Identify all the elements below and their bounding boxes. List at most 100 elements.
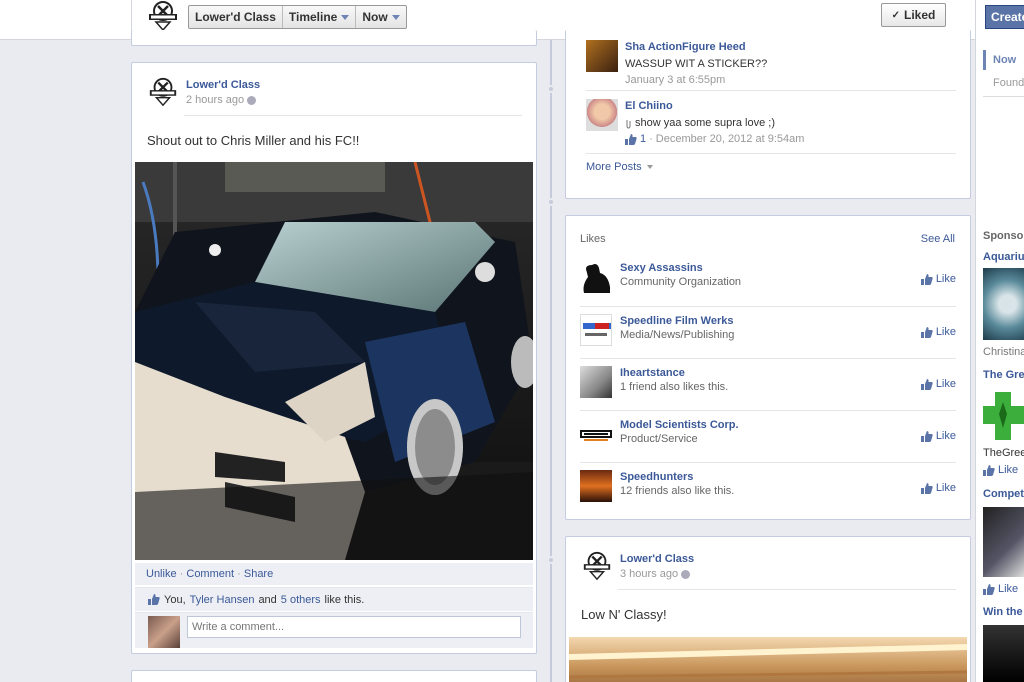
venue-photo-image <box>569 644 967 679</box>
silhouette-icon <box>583 264 610 293</box>
ad-title[interactable]: Win the <box>983 606 1023 618</box>
check-icon: ✓ <box>891 9 901 21</box>
ad-title[interactable]: The Gre <box>983 369 1024 381</box>
comment-input[interactable]: Write a comment... <box>187 616 521 638</box>
crumb-now-dropdown[interactable]: Now <box>356 6 405 28</box>
ad-image[interactable] <box>983 625 1024 682</box>
timeline-dot <box>547 85 555 93</box>
page-avatar-icon[interactable] <box>581 550 613 582</box>
page-thumbnail[interactable] <box>580 314 612 346</box>
ad-title[interactable]: Compet <box>983 488 1024 500</box>
thumbs-up-icon <box>920 378 933 390</box>
lowerd-class-logo-icon[interactable] <box>146 0 180 32</box>
poster-avatar[interactable] <box>586 40 618 72</box>
like-page-category: Media/News/Publishing <box>620 329 735 341</box>
create-page-button[interactable]: Create <box>985 5 1024 29</box>
timestamp-text: 3 hours ago <box>620 568 679 580</box>
post-timestamp[interactable]: December 20, 2012 at 9:54am <box>656 133 805 145</box>
like-button[interactable]: Like <box>920 326 956 338</box>
like-button[interactable]: Like <box>920 430 956 442</box>
liker-link[interactable]: Tyler Hansen <box>190 594 255 606</box>
right-sidebar <box>975 0 1024 682</box>
like-label: Like <box>935 273 956 285</box>
ad-like-button[interactable]: Like <box>983 583 1018 595</box>
comment-link[interactable]: Comment <box>186 568 234 580</box>
unlike-link[interactable]: Unlike <box>146 568 177 580</box>
timestamp-text: 2 hours ago <box>186 94 245 106</box>
post-author[interactable]: El Chiino <box>625 100 673 112</box>
like-page-name[interactable]: Speedhunters <box>620 471 693 483</box>
ad-title[interactable]: Aquariu <box>983 251 1024 263</box>
separator: · <box>237 568 241 580</box>
attachment-icon <box>626 119 631 129</box>
like-item: Iheartstance 1 friend also likes this. L… <box>580 358 956 410</box>
more-posts-link[interactable]: More Posts <box>586 161 653 173</box>
previous-post-card <box>131 30 537 46</box>
like-count[interactable]: 1 <box>640 133 646 145</box>
post-text: show yaa some supra love ;) <box>635 117 776 129</box>
like-page-category: Product/Service <box>620 433 698 445</box>
like-item: Speedhunters 12 friends also like this. … <box>580 462 956 514</box>
like-button[interactable]: Like <box>920 378 956 390</box>
ad-image[interactable] <box>983 388 1024 444</box>
likes-and: and <box>258 593 277 606</box>
model-scientists-logo-icon <box>580 430 612 441</box>
like-button[interactable]: Like <box>920 273 956 285</box>
others-link[interactable]: 5 others <box>281 594 321 606</box>
crumb-timeline-dropdown[interactable]: Timeline <box>283 6 357 28</box>
like-item: Sexy Assassins Community Organization Li… <box>580 254 956 306</box>
page-thumbnail[interactable] <box>580 261 612 293</box>
post-timestamp[interactable]: 2 hours ago <box>186 94 257 106</box>
likes-suffix: like this. <box>324 593 365 606</box>
timeline-spine <box>550 40 552 682</box>
page-thumbnail[interactable] <box>580 418 612 450</box>
liked-button[interactable]: ✓ Liked <box>881 3 946 27</box>
like-label: Like <box>935 326 956 338</box>
thumbs-up-icon <box>983 464 995 476</box>
page-avatar-icon[interactable] <box>147 76 179 108</box>
crumb-page-name[interactable]: Lower'd Class <box>189 6 283 28</box>
like-page-name[interactable]: Iheartstance <box>620 367 685 379</box>
separator: · <box>649 133 653 145</box>
page-thumbnail[interactable] <box>580 470 612 502</box>
chevron-down-icon <box>391 14 400 20</box>
next-post-card <box>131 670 537 682</box>
like-button[interactable]: Like <box>920 482 956 494</box>
ad-like-button[interactable]: Like <box>983 464 1018 476</box>
globe-icon <box>681 569 691 579</box>
timeline-nav-breadcrumbs: Lower'd Class Timeline Now <box>188 5 407 29</box>
like-page-name[interactable]: Model Scientists Corp. <box>620 419 739 431</box>
like-page-name[interactable]: Sexy Assassins <box>620 262 703 274</box>
like-page-category: Community Organization <box>620 276 742 288</box>
post-author[interactable]: Sha ActionFigure Heed <box>625 41 746 53</box>
speedline-logo-icon <box>583 323 611 336</box>
thumbs-up-icon <box>148 594 160 605</box>
share-link[interactable]: Share <box>244 568 273 580</box>
likes-title: Likes <box>580 233 606 245</box>
post-photo[interactable] <box>569 637 967 682</box>
ad-image[interactable] <box>983 507 1024 577</box>
scrubber-now[interactable]: Now <box>993 54 1016 66</box>
post-likes-summary: You, Tyler Hansen and 5 others like this… <box>135 587 533 611</box>
like-page-name[interactable]: Speedline Film Werks <box>620 315 734 327</box>
header-divider <box>618 589 956 590</box>
like-label: Like <box>998 583 1019 595</box>
crumb-label: Timeline <box>288 10 338 24</box>
ad-image[interactable] <box>983 268 1024 340</box>
poster-avatar[interactable] <box>586 99 618 131</box>
post-author[interactable]: Lower'd Class <box>620 553 694 565</box>
post-timestamp[interactable]: January 3 at 6:55pm <box>625 74 725 86</box>
post-card: Lower'd Class 3 hours ago Low N' Classy! <box>565 536 971 682</box>
post-author[interactable]: Lower'd Class <box>186 79 260 91</box>
like-label: Like <box>935 482 956 494</box>
see-all-link[interactable]: See All <box>921 233 955 245</box>
timeline-dot <box>547 198 555 206</box>
post-timestamp[interactable]: 3 hours ago <box>620 568 691 580</box>
scrubber-founded[interactable]: Found <box>993 77 1024 89</box>
sidebar-divider <box>983 96 1024 97</box>
liked-label: Liked <box>904 8 936 22</box>
page-thumbnail[interactable] <box>580 366 612 398</box>
post-card: Lower'd Class 2 hours ago Shout out to C… <box>131 62 537 654</box>
like-label: Like <box>935 430 956 442</box>
post-photo[interactable] <box>135 162 533 560</box>
